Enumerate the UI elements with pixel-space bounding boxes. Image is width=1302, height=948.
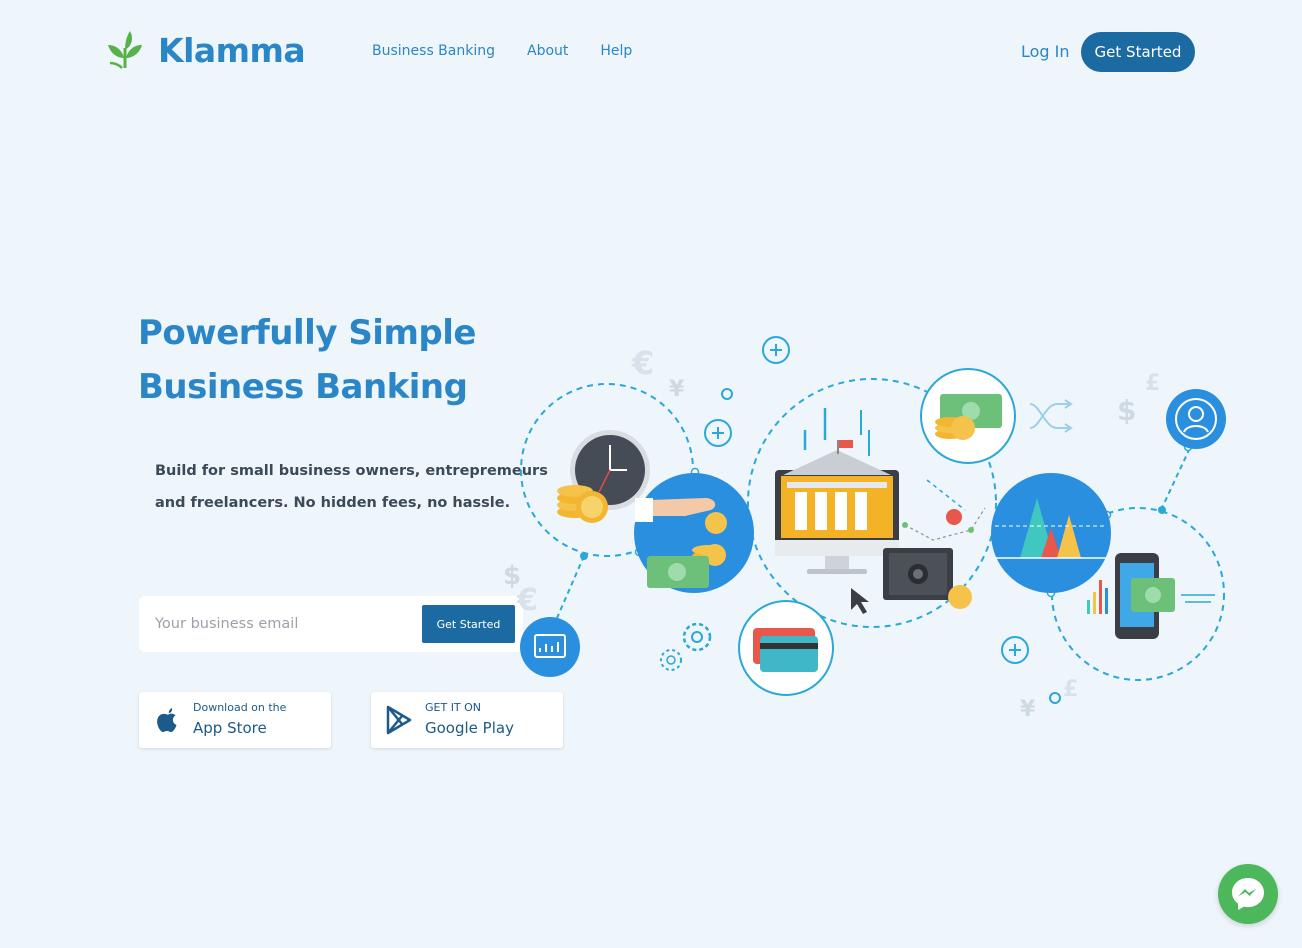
messenger-chat-button[interactable] [1218,864,1278,924]
banking-illustration: € ¥ $ € $ £ ¥ £ [503,336,1226,722]
google-play-icon [386,705,412,735]
apple-icon [157,708,177,732]
messenger-icon [1232,878,1264,910]
svg-text:£: £ [1145,371,1160,396]
signup-form: Get Started [139,596,523,652]
svg-text:£: £ [1063,677,1078,702]
nav-links: Business Banking About Help [372,43,664,59]
app-store-button[interactable]: Download on the App Store [139,692,331,748]
logo-text: Klamma [158,30,306,70]
app-store-label: App Store [193,719,267,737]
login-link[interactable]: Log In [1021,42,1070,61]
nav-link-about[interactable]: About [527,43,568,59]
nav-link-business-banking[interactable]: Business Banking [372,43,495,59]
leaf-icon [108,31,142,69]
svg-text:€: € [631,344,654,382]
logo[interactable]: Klamma [106,30,306,70]
hero-title-line-2: Business Banking [138,367,468,407]
get-started-nav-button[interactable]: Get Started [1081,32,1195,72]
hero-subtitle: Build for small business owners, entrepr… [155,463,548,511]
svg-text:¥: ¥ [669,377,685,402]
top-navigation: Klamma Business Banking About Help Log I… [0,0,1302,100]
hero-title-line-1: Powerfully Simple [138,313,476,353]
business-email-input[interactable] [155,610,405,638]
svg-text:$: $ [1117,394,1136,427]
svg-text:€: € [516,583,538,618]
nav-link-help[interactable]: Help [600,43,632,59]
svg-text:¥: ¥ [1020,697,1036,722]
app-store-text: Download on the App Store [193,701,286,739]
app-store-caption: Download on the [193,701,287,714]
